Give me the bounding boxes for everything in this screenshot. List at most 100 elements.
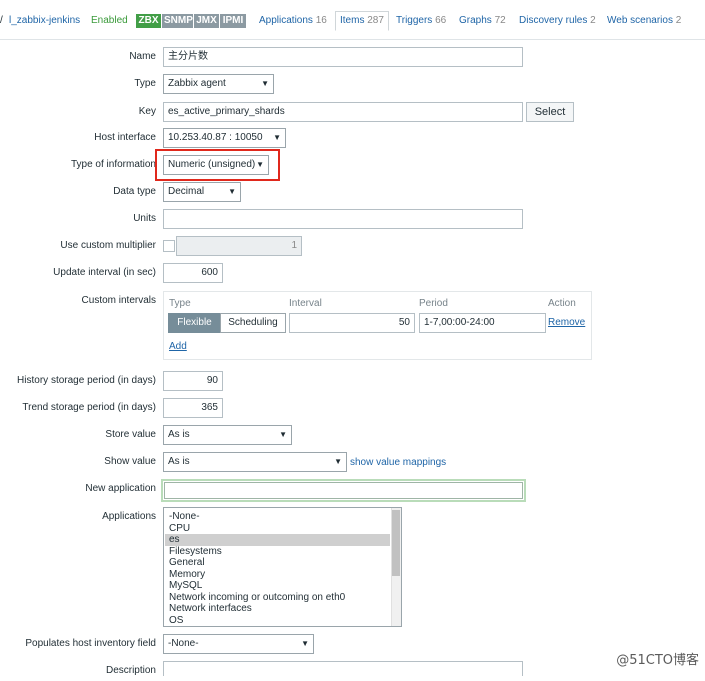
- chevron-down-icon: ▼: [301, 639, 309, 648]
- applications-label: Applications: [102, 511, 156, 522]
- host-interface-select[interactable]: 10.253.40.87 : 10050 ▼: [163, 128, 286, 148]
- new-application-input-inner[interactable]: [164, 482, 523, 499]
- remove-link[interactable]: Remove: [548, 317, 585, 328]
- list-item[interactable]: CPU: [165, 523, 390, 535]
- status-enabled[interactable]: Enabled: [91, 14, 128, 28]
- list-item[interactable]: General: [165, 557, 390, 569]
- chevron-down-icon: ▼: [261, 79, 269, 88]
- description-label: Description: [105, 665, 156, 676]
- custom-intervals-label: Custom intervals: [81, 295, 156, 306]
- tab-triggers[interactable]: Triggers 66: [396, 14, 446, 28]
- type-select-value: Zabbix agent: [168, 78, 226, 89]
- tab-triggers-label[interactable]: Triggers: [396, 15, 432, 26]
- tab-graphs-label[interactable]: Graphs: [459, 15, 492, 26]
- type-select[interactable]: Zabbix agent ▼: [163, 74, 274, 94]
- period-input[interactable]: 1-7,00:00-24:00: [419, 313, 546, 333]
- new-application-input[interactable]: [161, 479, 526, 502]
- tab-web-scenarios-label[interactable]: Web scenarios: [607, 15, 673, 26]
- units-label: Units: [133, 213, 156, 224]
- store-value-value: As is: [168, 429, 190, 440]
- tab-applications-label[interactable]: Applications: [259, 15, 313, 26]
- show-value-value: As is: [168, 456, 190, 467]
- key-select-button[interactable]: Select: [526, 102, 574, 122]
- list-item[interactable]: Network incoming or outcoming on eth0: [165, 592, 390, 604]
- new-application-label: New application: [85, 483, 156, 494]
- custom-multiplier-input[interactable]: 1: [176, 236, 302, 256]
- list-item[interactable]: Memory: [165, 569, 390, 581]
- col-header-period: Period: [419, 298, 448, 309]
- key-label: Key: [138, 106, 156, 117]
- flexible-toggle[interactable]: Flexible: [168, 313, 221, 333]
- type-of-information-label: Type of information: [70, 159, 156, 170]
- show-value-label: Show value: [104, 456, 156, 467]
- data-type-label: Data type: [113, 186, 156, 197]
- store-value-label: Store value: [105, 429, 156, 440]
- col-header-interval: Interval: [289, 298, 322, 309]
- watermark: @51CTO博客: [616, 653, 699, 668]
- breadcrumb-separator: /: [0, 15, 3, 26]
- custom-multiplier-checkbox[interactable]: [163, 240, 175, 252]
- tab-web-scenarios-count: 2: [675, 15, 682, 26]
- host-tabs-bar: / l_zabbix-jenkins Enabled ZBX SNMP JMX …: [0, 0, 705, 40]
- col-header-action: Action: [548, 298, 576, 309]
- tab-discovery-rules[interactable]: Discovery rules 2: [519, 14, 596, 28]
- name-label: Name: [129, 51, 156, 62]
- list-item[interactable]: -None-: [165, 511, 390, 523]
- name-input[interactable]: 主分片数: [163, 47, 523, 67]
- tab-items-count: 287: [367, 15, 384, 26]
- snmp-badge: SNMP: [162, 14, 193, 28]
- key-input[interactable]: es_active_primary_shards: [163, 102, 523, 122]
- store-value-select[interactable]: As is ▼: [163, 425, 292, 445]
- add-interval-link[interactable]: Add: [169, 341, 187, 352]
- show-value-select[interactable]: As is ▼: [163, 452, 347, 472]
- tab-discovery-rules-label[interactable]: Discovery rules: [519, 15, 587, 26]
- tab-items[interactable]: Items 287: [335, 11, 389, 31]
- host-link[interactable]: l_zabbix-jenkins: [9, 14, 80, 28]
- trends-input[interactable]: 365: [163, 398, 223, 418]
- tab-discovery-rules-count: 2: [590, 15, 596, 26]
- chevron-down-icon: ▼: [279, 430, 287, 439]
- data-type-value: Decimal: [168, 186, 205, 197]
- list-item[interactable]: Filesystems: [165, 546, 390, 558]
- ipmi-badge: IPMI: [220, 14, 246, 28]
- zbx-badge: ZBX: [136, 14, 161, 28]
- list-item[interactable]: OS: [165, 615, 390, 627]
- tab-items-label[interactable]: Items: [340, 15, 364, 26]
- update-interval-input[interactable]: 600: [163, 263, 223, 283]
- tab-applications-count: 16: [315, 15, 327, 26]
- highlight-box: [155, 149, 280, 181]
- type-label: Type: [134, 78, 156, 89]
- list-item[interactable]: Network interfaces: [165, 603, 390, 615]
- inventory-label: Populates host inventory field: [25, 638, 156, 649]
- applications-listbox[interactable]: -None- CPU es Filesystems General Memory…: [163, 507, 402, 627]
- history-input[interactable]: 90: [163, 371, 223, 391]
- chevron-down-icon: ▼: [273, 133, 281, 142]
- chevron-down-icon: ▼: [228, 187, 236, 196]
- history-label: History storage period (in days): [17, 375, 156, 386]
- update-interval-label: Update interval (in sec): [53, 267, 156, 278]
- show-value-mappings-link[interactable]: show value mappings: [350, 457, 446, 468]
- inventory-value: -None-: [168, 638, 199, 649]
- col-header-type: Type: [169, 298, 191, 309]
- tab-web-scenarios[interactable]: Web scenarios 2: [607, 14, 681, 28]
- tab-graphs[interactable]: Graphs 72: [459, 14, 506, 28]
- data-type-select[interactable]: Decimal ▼: [163, 182, 241, 202]
- chevron-down-icon: ▼: [334, 457, 342, 466]
- list-item[interactable]: MySQL: [165, 580, 390, 592]
- interval-input[interactable]: 50: [289, 313, 415, 333]
- listbox-scrollbar-thumb[interactable]: [392, 510, 400, 576]
- host-interface-label: Host interface: [94, 132, 156, 143]
- description-textarea[interactable]: [163, 661, 523, 676]
- inventory-select[interactable]: -None- ▼: [163, 634, 314, 654]
- jmx-badge: JMX: [194, 14, 219, 28]
- scheduling-toggle[interactable]: Scheduling: [220, 313, 286, 333]
- custom-multiplier-label: Use custom multiplier: [60, 240, 156, 251]
- tab-applications[interactable]: Applications 16: [259, 14, 327, 28]
- trends-label: Trend storage period (in days): [22, 402, 156, 413]
- tab-triggers-count: 66: [435, 15, 447, 26]
- list-item-selected[interactable]: es: [165, 534, 390, 546]
- tab-graphs-count: 72: [494, 15, 506, 26]
- units-input[interactable]: [163, 209, 523, 229]
- custom-intervals-table: Type Interval Period Action Flexible Sch…: [163, 291, 592, 360]
- host-interface-value: 10.253.40.87 : 10050: [168, 132, 263, 143]
